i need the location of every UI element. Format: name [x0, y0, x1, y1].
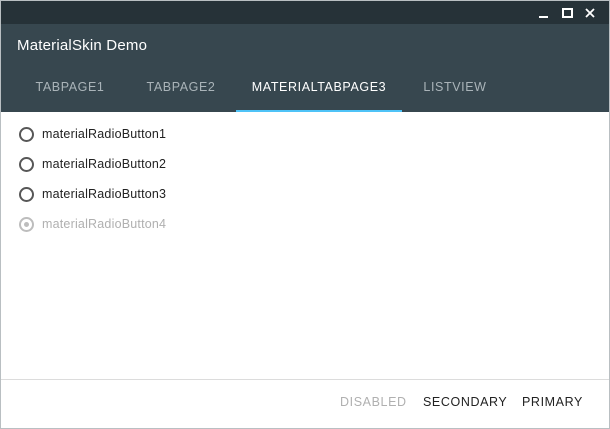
radio-label: materialRadioButton1	[42, 127, 167, 141]
radio-button-2[interactable]: materialRadioButton2	[19, 153, 166, 175]
radio-unchecked-icon	[19, 186, 34, 202]
app-title: MaterialSkin Demo	[17, 37, 148, 54]
tab-tabpage1[interactable]: TABPAGE1	[21, 80, 119, 112]
app-header: MaterialSkin Demo TABPAGE1 TABPAGE2 MATE…	[1, 24, 609, 112]
secondary-button[interactable]: SECONDARY	[423, 395, 507, 415]
close-icon	[585, 7, 595, 18]
disabled-button: DISABLED	[340, 395, 407, 409]
radio-button-3[interactable]: materialRadioButton3	[19, 183, 166, 205]
primary-button[interactable]: PRIMARY	[522, 395, 583, 415]
tab-materialtabpage3[interactable]: MATERIALTABPAGE3	[236, 80, 402, 112]
radio-button-4: materialRadioButton4	[19, 213, 166, 235]
radio-label: materialRadioButton4	[42, 217, 167, 231]
close-button[interactable]	[579, 1, 601, 24]
minimize-icon	[539, 15, 548, 18]
radio-label: materialRadioButton3	[42, 187, 167, 201]
tab-content: materialRadioButton1 materialRadioButton…	[1, 112, 609, 380]
footer-divider	[1, 379, 609, 380]
radio-checked-disabled-icon	[19, 216, 34, 232]
minimize-button[interactable]	[533, 1, 555, 24]
tab-tabpage2[interactable]: TABPAGE2	[131, 80, 231, 112]
app-window: MaterialSkin Demo TABPAGE1 TABPAGE2 MATE…	[0, 0, 610, 429]
radio-unchecked-icon	[19, 156, 34, 172]
radio-unchecked-icon	[19, 126, 34, 142]
radio-button-1[interactable]: materialRadioButton1	[19, 123, 166, 145]
radio-dot	[24, 221, 29, 227]
window-titlebar[interactable]	[1, 1, 609, 24]
maximize-icon	[561, 7, 573, 18]
maximize-button[interactable]	[556, 1, 578, 24]
radio-label: materialRadioButton2	[42, 157, 167, 171]
tab-listview[interactable]: LISTVIEW	[411, 80, 499, 112]
